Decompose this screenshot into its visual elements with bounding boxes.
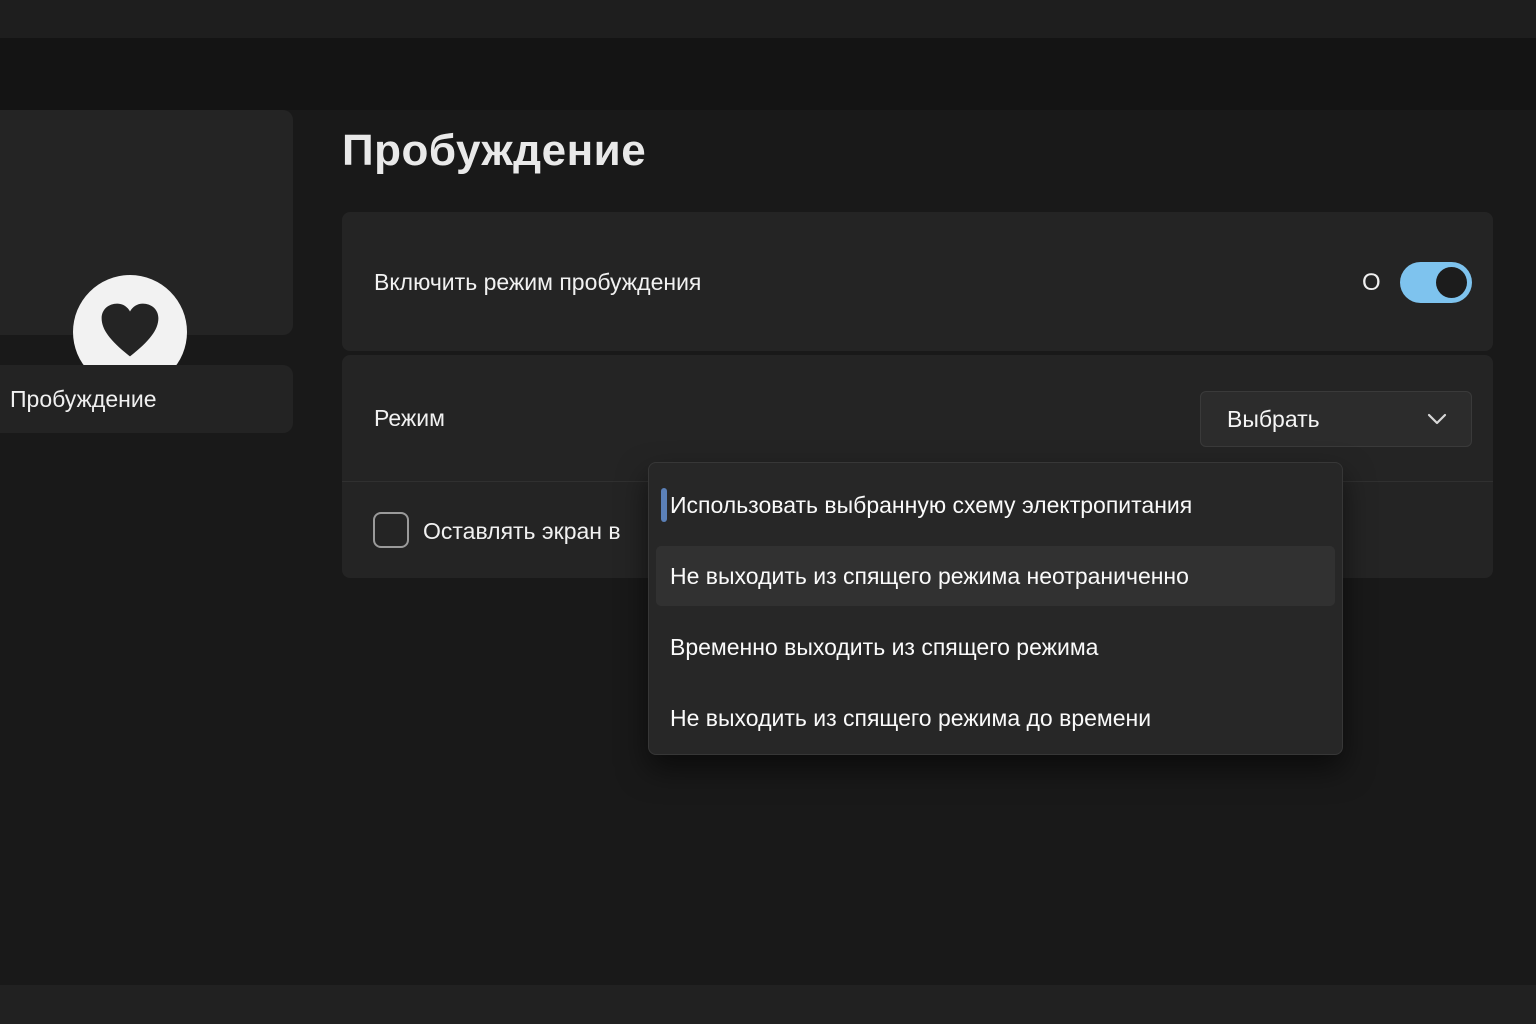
toggle-knob	[1436, 267, 1467, 298]
selection-indicator	[661, 488, 667, 522]
keep-screen-checkbox[interactable]	[373, 512, 409, 548]
sidebar-item-label: Пробуждение	[10, 386, 156, 413]
mode-select-label: Выбрать	[1227, 406, 1320, 433]
keep-screen-label: Оставлять экран в	[423, 518, 621, 545]
header-strip	[0, 38, 1536, 110]
wake-toggle-switch[interactable]	[1400, 262, 1472, 303]
mode-dropdown-menu: Использовать выбранную схему электропита…	[648, 462, 1343, 755]
wake-toggle-label: Включить режим пробуждения	[374, 269, 701, 296]
dropdown-item-power-scheme[interactable]: Использовать выбранную схему электропита…	[656, 475, 1335, 535]
category-tile[interactable]	[0, 110, 293, 335]
page-title: Пробуждение	[342, 126, 646, 176]
bottom-bar	[0, 985, 1536, 1024]
toggle-state-label: О	[1362, 269, 1381, 297]
sidebar-item-wake[interactable]: Пробуждение	[0, 365, 293, 433]
top-bar	[0, 0, 1536, 38]
dropdown-item-temporary-wake[interactable]: Временно выходить из спящего режима	[656, 617, 1335, 677]
mode-select-button[interactable]: Выбрать	[1200, 391, 1472, 447]
dropdown-item-no-wake-until-time[interactable]: Не выходить из спящего режима до времени	[656, 688, 1335, 748]
dropdown-item-no-wake-unlimited[interactable]: Не выходить из спящего режима неотраниче…	[656, 546, 1335, 606]
chevron-down-icon	[1427, 413, 1447, 425]
mode-label: Режим	[374, 405, 445, 432]
